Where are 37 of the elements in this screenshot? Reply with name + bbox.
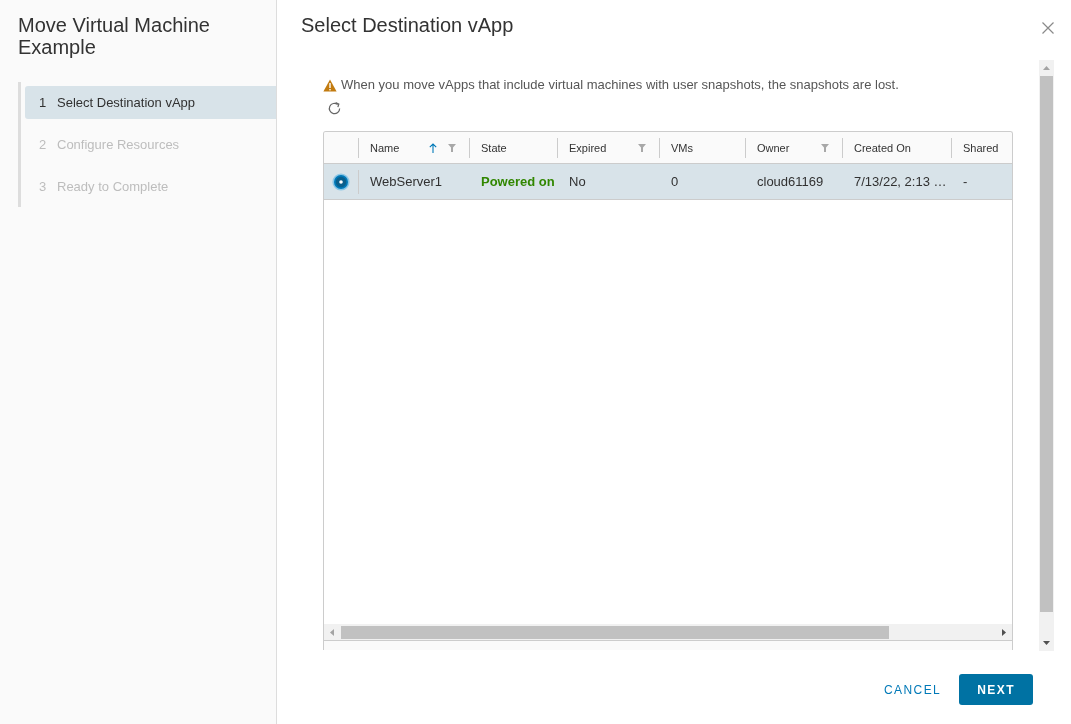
table-cell: WebServer1: [370, 173, 442, 190]
column-header[interactable]: Created On: [854, 140, 911, 155]
table-cell: cloud61169: [757, 173, 824, 190]
scrollbar-thumb[interactable]: [341, 625, 889, 639]
column-header[interactable]: VMs: [671, 140, 693, 155]
column-header[interactable]: Expired: [569, 140, 607, 155]
status-text: Powered on: [481, 173, 555, 190]
table-cell: No: [569, 173, 586, 190]
column-header[interactable]: State: [481, 140, 507, 155]
filter-icon[interactable]: [821, 143, 829, 152]
table-cell: 0: [671, 173, 679, 190]
column-header[interactable]: Name: [370, 140, 400, 155]
table-cell: 7/13/22, 2:13 …: [854, 173, 947, 190]
close-icon[interactable]: [1042, 22, 1054, 34]
filter-icon[interactable]: [638, 143, 646, 152]
scroll-up-icon[interactable]: [1043, 66, 1050, 70]
warning-icon: [323, 78, 337, 92]
scrollbar-thumb[interactable]: [1040, 76, 1053, 612]
vertical-scrollbar[interactable]: [1039, 60, 1054, 651]
table-row[interactable]: WebServer1 Powered on No 0 cloud61169 7/13/22, 2:13 … -: [324, 164, 1012, 200]
warning-message: When you move vApps that include virtual machines with user snapshots, the snapshots are lost.: [341, 77, 899, 93]
scroll-right-icon[interactable]: [1002, 628, 1006, 636]
wizard-title: Move Virtual Machine Example: [18, 14, 211, 58]
wizard-step[interactable]: 1 Select Destination vApp: [25, 86, 276, 119]
refresh-icon[interactable]: [327, 101, 342, 116]
horizontal-scrollbar[interactable]: [324, 624, 1012, 640]
cancel-button[interactable]: CANCEL: [871, 674, 954, 705]
scroll-left-icon[interactable]: [330, 628, 334, 636]
arrow-up-icon[interactable]: [429, 142, 437, 153]
column-header[interactable]: Owner: [757, 140, 790, 155]
scroll-down-icon[interactable]: [1043, 641, 1050, 645]
table-cell: -: [963, 173, 968, 190]
dialog-title: Select Destination vApp: [301, 13, 514, 37]
next-button[interactable]: NEXT: [959, 674, 1033, 705]
radio-button-icon[interactable]: [332, 172, 350, 191]
filter-icon[interactable]: [448, 143, 456, 152]
column-header[interactable]: Shared: [963, 140, 999, 155]
